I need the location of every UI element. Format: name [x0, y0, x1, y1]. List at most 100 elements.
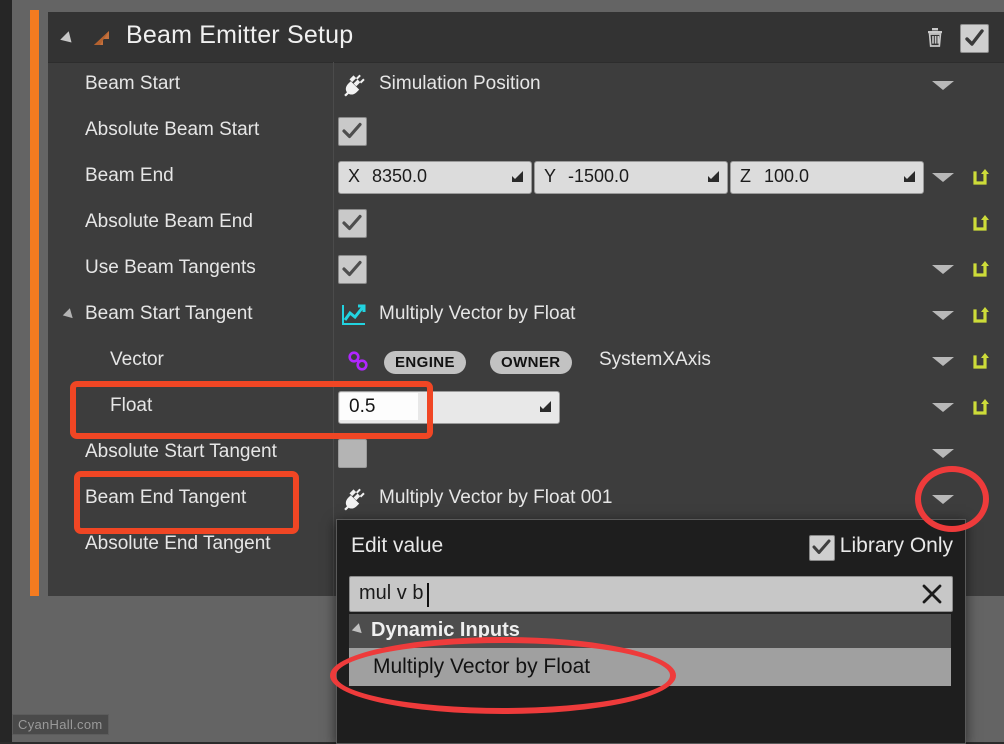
arrow-module-icon	[89, 25, 115, 51]
panel-header[interactable]: Beam Emitter Setup	[48, 12, 1004, 63]
absolute-beam-end-checkbox[interactable]	[338, 209, 367, 238]
drag-handle-icon[interactable]	[510, 169, 525, 184]
popup-search-input[interactable]: mul v b	[349, 576, 953, 612]
popup-list-item-multiply-vector-by-float[interactable]: Multiply Vector by Float	[349, 648, 951, 686]
reset-to-default-icon[interactable]	[970, 305, 990, 327]
row-beam-end: Beam End X 8350.0 Y -1500.0 Z 100.0	[48, 154, 1004, 200]
property-value	[338, 246, 1004, 292]
float-value: 0.5	[349, 396, 376, 417]
chevron-down-icon[interactable]	[932, 81, 954, 90]
row-beam-start-tangent: Beam Start Tangent Multiply Vector by Fl…	[48, 292, 1004, 338]
property-label: Beam End	[85, 165, 174, 186]
row-absolute-beam-end: Absolute Beam End	[48, 200, 1004, 246]
watermark: CyanHall.com	[12, 714, 109, 735]
chevron-down-icon[interactable]	[932, 173, 954, 182]
property-value-text: Multiply Vector by Float	[379, 303, 576, 324]
property-label: Use Beam Tangents	[85, 257, 256, 278]
reset-to-default-icon[interactable]	[970, 213, 990, 235]
chevron-down-icon[interactable]	[932, 403, 954, 412]
editor-root: Beam Emitter Setup Beam Start Simulation…	[0, 0, 1004, 744]
chevron-down-icon[interactable]	[932, 311, 954, 320]
pill-engine: ENGINE	[384, 351, 466, 374]
drag-handle-icon[interactable]	[706, 169, 721, 184]
drag-handle-icon[interactable]	[902, 169, 917, 184]
popup-header: Edit value Library Only	[337, 520, 965, 572]
property-label: Vector	[110, 349, 164, 370]
property-label: Beam End Tangent	[85, 487, 247, 508]
property-value[interactable]: Multiply Vector by Float 001	[338, 476, 1004, 522]
reset-to-default-icon[interactable]	[970, 351, 990, 373]
popup-section-label: Dynamic Inputs	[371, 619, 520, 641]
row-absolute-start-tangent: Absolute Start Tangent	[48, 430, 1004, 476]
module-enabled-checkbox[interactable]	[960, 24, 989, 53]
reset-to-default-icon[interactable]	[970, 397, 990, 419]
popup-title: Edit value	[351, 534, 444, 557]
axis-label-y: Y	[544, 166, 557, 186]
absolute-beam-start-checkbox[interactable]	[338, 117, 367, 146]
library-only-checkbox[interactable]	[809, 535, 835, 561]
chevron-down-icon[interactable]	[932, 495, 954, 504]
page-title: Beam Emitter Setup	[126, 21, 354, 49]
chevron-down-icon[interactable]	[932, 357, 954, 366]
property-value: X 8350.0 Y -1500.0 Z 100.0	[338, 154, 1004, 200]
use-beam-tangents-checkbox[interactable]	[338, 255, 367, 284]
vector-y-field[interactable]: Y -1500.0	[534, 161, 728, 194]
plug-icon	[340, 486, 368, 512]
row-beam-end-tangent: Beam End Tangent Multiply Vector by Floa…	[48, 476, 1004, 522]
property-value	[338, 200, 1004, 246]
vector-y-value: -1500.0	[568, 166, 630, 186]
property-value-text: Multiply Vector by Float 001	[379, 487, 613, 508]
property-label: Absolute Beam Start	[85, 119, 260, 140]
drag-handle-icon[interactable]	[538, 399, 553, 414]
property-value: 0.5	[338, 384, 1004, 430]
popup-section-dynamic-inputs[interactable]: Dynamic Inputs	[349, 614, 951, 648]
chevron-down-icon[interactable]	[932, 265, 954, 274]
property-value	[338, 430, 1004, 476]
property-label: Absolute End Tangent	[85, 533, 271, 554]
vector-z-value: 100.0	[764, 166, 810, 186]
chevron-down-icon[interactable]	[932, 449, 954, 458]
plug-icon	[340, 72, 368, 98]
property-value[interactable]: Simulation Position	[338, 62, 1004, 108]
reset-to-default-icon[interactable]	[970, 259, 990, 281]
window-left-edge	[0, 0, 12, 742]
pill-owner: OWNER	[490, 351, 572, 374]
expander-triangle-icon[interactable]	[351, 623, 366, 637]
edit-value-popup: Edit value Library Only mul v b Dynamic …	[336, 519, 966, 744]
property-label: Absolute Start Tangent	[85, 441, 277, 462]
property-value[interactable]: Multiply Vector by Float	[338, 292, 1004, 338]
row-float: Float 0.5	[48, 384, 1004, 430]
reset-to-default-icon[interactable]	[970, 167, 990, 189]
property-label: Beam Start	[85, 73, 181, 94]
vector-x-value: 8350.0	[372, 166, 428, 186]
library-only-label: Library Only	[839, 534, 953, 557]
expander-triangle-icon[interactable]	[62, 308, 77, 322]
axis-label-x: X	[348, 166, 361, 186]
beam-emitter-setup-panel: Beam Emitter Setup Beam Start Simulation…	[48, 12, 1004, 596]
vector-z-field[interactable]: Z 100.0	[730, 161, 924, 194]
trash-icon[interactable]	[922, 24, 948, 50]
search-input-value: mul v b	[359, 582, 424, 604]
row-absolute-beam-start: Absolute Beam Start	[48, 108, 1004, 154]
property-rows: Beam Start Simulation Position Absolute …	[48, 62, 1004, 596]
axis-label-z: Z	[740, 166, 751, 186]
vector-x-field[interactable]: X 8350.0	[338, 161, 532, 194]
selection-accent-bar	[30, 10, 39, 596]
property-value-text: Simulation Position	[379, 73, 541, 94]
property-value[interactable]: ENGINE OWNER SystemXAxis	[338, 338, 1004, 384]
absolute-start-tangent-checkbox[interactable]	[338, 439, 367, 468]
property-label: Beam Start Tangent	[85, 303, 253, 324]
property-label: Absolute Beam End	[85, 211, 253, 232]
link-chain-icon	[346, 349, 374, 375]
list-item-label: Multiply Vector by Float	[373, 655, 591, 678]
close-x-icon[interactable]	[920, 582, 944, 606]
property-value	[338, 108, 1004, 154]
row-beam-start: Beam Start Simulation Position	[48, 62, 1004, 108]
dynamic-input-chart-icon	[340, 302, 368, 328]
float-input[interactable]: 0.5	[338, 391, 560, 424]
triangle-down-icon[interactable]	[60, 31, 76, 47]
row-vector: Vector ENGINE OWNER SystemXAxis	[48, 338, 1004, 384]
text-caret	[427, 583, 429, 607]
row-use-beam-tangents: Use Beam Tangents	[48, 246, 1004, 292]
property-label: Float	[110, 395, 153, 416]
